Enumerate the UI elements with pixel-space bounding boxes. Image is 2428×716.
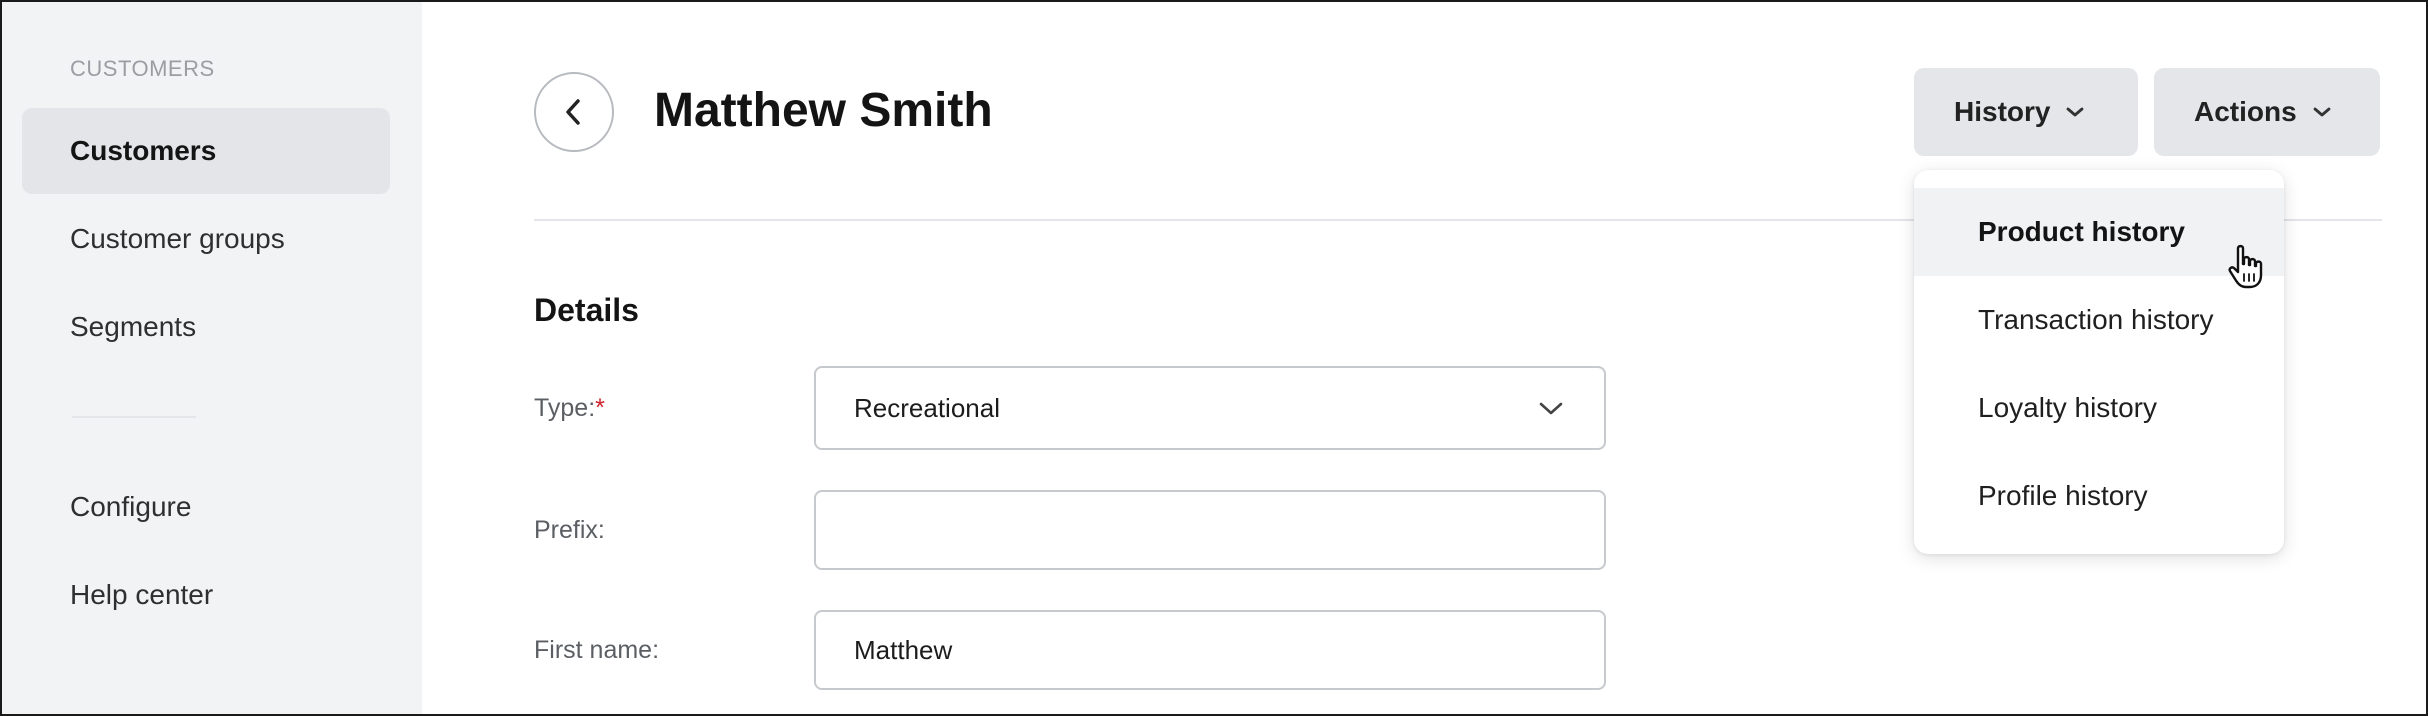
history-dropdown-menu: Product history Transaction history Loya… xyxy=(1914,170,2284,554)
sidebar-heading: CUSTOMERS xyxy=(70,56,215,81)
menu-item-profile-history[interactable]: Profile history xyxy=(1914,452,2284,540)
actions-button-label: Actions xyxy=(2194,96,2297,127)
type-select-value: Recreational xyxy=(854,392,1000,423)
first-name-label: First name: xyxy=(534,636,660,664)
type-label: Type:* xyxy=(534,394,605,423)
menu-item-loyalty-history[interactable]: Loyalty history xyxy=(1914,364,2284,452)
pointer-hand-cursor-icon xyxy=(2228,244,2263,289)
chevron-down-icon xyxy=(2313,107,2331,117)
required-marker: * xyxy=(595,394,605,422)
prefix-input[interactable] xyxy=(814,490,1606,570)
sidebar-item-help-center[interactable]: Help center xyxy=(22,552,390,638)
type-select[interactable]: Recreational xyxy=(814,366,1606,450)
chevron-down-icon xyxy=(2067,107,2084,117)
prefix-label: Prefix: xyxy=(534,516,605,544)
history-button[interactable]: History xyxy=(1914,68,2138,156)
first-name-input-value: Matthew xyxy=(854,634,953,665)
sidebar-item-configure[interactable]: Configure xyxy=(22,464,390,550)
details-section-title: Details xyxy=(534,292,639,328)
back-button[interactable] xyxy=(534,72,614,152)
sidebar-item-customers[interactable]: Customers xyxy=(22,108,390,194)
page-title: Matthew Smith xyxy=(654,84,993,137)
sidebar-divider xyxy=(72,416,196,418)
sidebar-item-segments[interactable]: Segments xyxy=(22,284,390,370)
actions-button[interactable]: Actions xyxy=(2154,68,2380,156)
sidebar: CUSTOMERS Customers Customer groups Segm… xyxy=(2,2,422,714)
history-button-label: History xyxy=(1954,96,2051,127)
chevron-left-icon xyxy=(566,99,580,125)
chevron-down-icon xyxy=(1539,402,1563,415)
first-name-input[interactable]: Matthew xyxy=(814,610,1606,690)
type-label-text: Type: xyxy=(534,394,596,422)
sidebar-item-customer-groups[interactable]: Customer groups xyxy=(22,196,390,282)
